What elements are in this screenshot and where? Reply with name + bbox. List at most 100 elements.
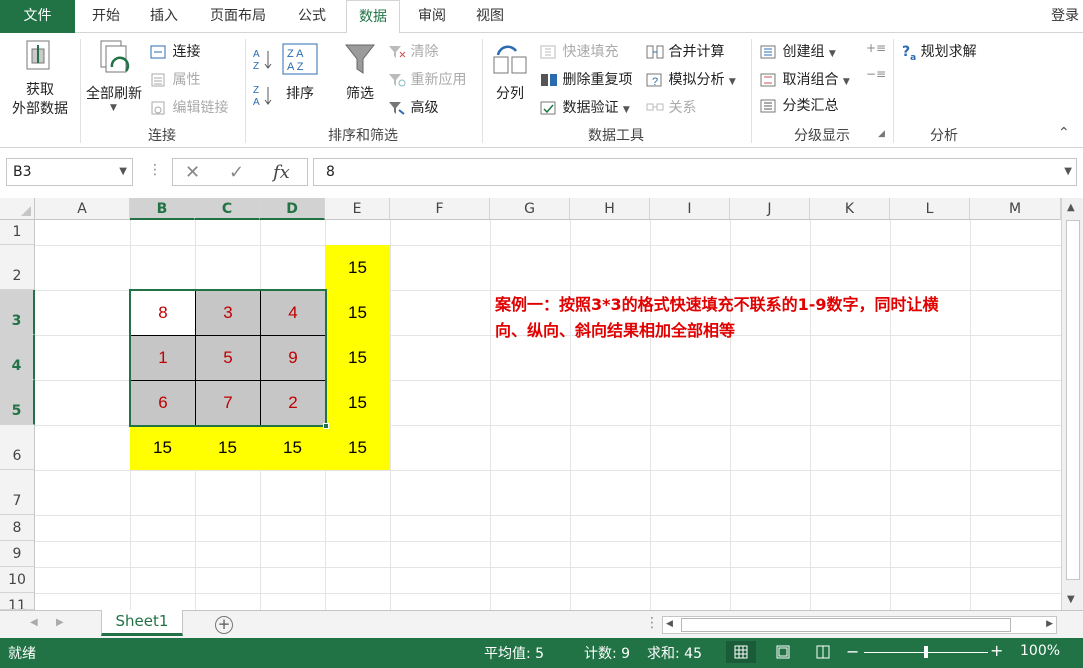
column-header-m[interactable]: M bbox=[970, 198, 1061, 220]
name-box[interactable]: B3 ▼ bbox=[6, 158, 133, 186]
vertical-scroll-thumb[interactable] bbox=[1066, 220, 1080, 580]
tab-file[interactable]: 文件 bbox=[0, 0, 75, 33]
cell-c3[interactable]: 3 bbox=[195, 290, 261, 336]
flash-fill-button[interactable]: 快速填充 bbox=[540, 41, 618, 61]
tab-home[interactable]: 开始 bbox=[82, 0, 130, 33]
scroll-up-icon[interactable]: ▲ bbox=[1067, 202, 1075, 213]
connections-button[interactable]: 连接 bbox=[150, 41, 200, 61]
solver-button[interactable]: ?a 规划求解 bbox=[902, 41, 977, 63]
row-header-5[interactable]: 5 bbox=[0, 380, 35, 425]
add-sheet-icon[interactable]: + bbox=[215, 616, 233, 634]
formula-input[interactable]: 8 ▼ bbox=[313, 158, 1077, 186]
row-header-8[interactable]: 8 bbox=[0, 515, 35, 541]
cell-c4[interactable]: 5 bbox=[195, 335, 261, 381]
zoom-in-icon[interactable]: + bbox=[990, 641, 1003, 660]
cell-d4[interactable]: 9 bbox=[260, 335, 326, 381]
advanced-filter-button[interactable]: 高级 bbox=[388, 97, 438, 117]
expand-formula-icon[interactable]: ▼ bbox=[1064, 159, 1072, 185]
zoom-slider-thumb[interactable] bbox=[924, 646, 928, 658]
show-detail-icon[interactable]: +≡ bbox=[866, 41, 886, 55]
insert-function-icon[interactable]: fx bbox=[273, 162, 290, 183]
cell-e3[interactable]: 15 bbox=[325, 290, 390, 335]
data-validation-button[interactable]: 数据验证 ▼ bbox=[540, 97, 630, 117]
group-button[interactable]: 创建组 ▼ bbox=[760, 41, 836, 61]
sort-za-button[interactable]: ZA bbox=[252, 83, 274, 108]
column-header-h[interactable]: H bbox=[570, 198, 650, 220]
consolidate-button[interactable]: 合并计算 bbox=[646, 41, 724, 61]
horizontal-scrollbar[interactable]: ◀ ▶ bbox=[662, 616, 1057, 634]
text-to-columns-button[interactable]: 分列 bbox=[488, 37, 532, 119]
tab-insert[interactable]: 插入 bbox=[140, 0, 188, 33]
cell-b6[interactable]: 15 bbox=[130, 425, 195, 470]
select-all-corner[interactable] bbox=[0, 198, 35, 220]
cell-d5[interactable]: 2 bbox=[260, 380, 326, 426]
cell-c5[interactable]: 7 bbox=[195, 380, 261, 426]
page-layout-view-button[interactable] bbox=[768, 641, 798, 663]
subtotal-button[interactable]: 分类汇总 bbox=[760, 95, 838, 115]
zoom-out-icon[interactable]: − bbox=[846, 642, 859, 661]
sort-button[interactable]: Z AA Z 排序 bbox=[280, 37, 320, 119]
tab-data[interactable]: 数据 bbox=[346, 0, 400, 34]
scroll-right-icon[interactable]: ▶ bbox=[1046, 619, 1053, 629]
sort-az-button[interactable]: AZ bbox=[252, 47, 274, 72]
what-if-analysis-button[interactable]: ? 模拟分析 ▼ bbox=[646, 69, 736, 89]
column-header-f[interactable]: F bbox=[390, 198, 490, 220]
column-header-i[interactable]: I bbox=[650, 198, 730, 220]
column-header-e[interactable]: E bbox=[325, 198, 390, 220]
fill-handle[interactable] bbox=[323, 423, 329, 429]
cell-e5[interactable]: 15 bbox=[325, 380, 390, 425]
tab-formulas[interactable]: 公式 bbox=[288, 0, 336, 33]
next-sheet-icon[interactable]: ▶ bbox=[56, 617, 64, 628]
filter-button[interactable]: 筛选 bbox=[338, 37, 382, 119]
cell-e6[interactable]: 15 bbox=[325, 425, 390, 470]
dialog-launcher-icon[interactable]: ◢ bbox=[878, 129, 885, 139]
row-header-9[interactable]: 9 bbox=[0, 541, 35, 567]
worksheet-grid[interactable]: A B C D E F G H I J K L M 1 2 3 4 5 6 7 … bbox=[0, 198, 1083, 610]
row-header-10[interactable]: 10 bbox=[0, 567, 35, 593]
column-header-g[interactable]: G bbox=[490, 198, 570, 220]
refresh-all-button[interactable]: 全部刷新 ▼ bbox=[82, 37, 146, 119]
row-header-7[interactable]: 7 bbox=[0, 470, 35, 515]
relationships-button[interactable]: 关系 bbox=[646, 97, 696, 117]
tab-page-layout[interactable]: 页面布局 bbox=[200, 0, 276, 33]
vertical-scrollbar[interactable]: ▲ ▼ bbox=[1061, 198, 1083, 610]
cell-e4[interactable]: 15 bbox=[325, 335, 390, 380]
cell-d6[interactable]: 15 bbox=[260, 425, 325, 470]
column-header-l[interactable]: L bbox=[890, 198, 970, 220]
row-header-4[interactable]: 4 bbox=[0, 335, 35, 380]
row-header-1[interactable]: 1 bbox=[0, 220, 35, 245]
enter-icon[interactable]: ✓ bbox=[229, 162, 244, 183]
row-header-2[interactable]: 2 bbox=[0, 245, 35, 290]
page-break-view-button[interactable] bbox=[808, 641, 838, 663]
tab-view[interactable]: 视图 bbox=[466, 0, 514, 33]
more-options-icon[interactable]: ⋮ bbox=[148, 162, 162, 178]
row-header-3[interactable]: 3 bbox=[0, 290, 35, 335]
chevron-down-icon[interactable]: ▼ bbox=[119, 159, 127, 185]
get-external-data-button[interactable]: 获取 外部数据 bbox=[4, 37, 76, 119]
cancel-icon[interactable]: ✕ bbox=[185, 162, 200, 183]
edit-links-button[interactable]: 编辑链接 bbox=[150, 97, 228, 117]
row-header-11[interactable]: 11 bbox=[0, 593, 35, 610]
horizontal-scroll-thumb[interactable] bbox=[681, 618, 1011, 632]
collapse-ribbon-icon[interactable]: ⌃ bbox=[1058, 125, 1070, 141]
cell-b3[interactable]: 8 bbox=[130, 290, 196, 336]
tab-review[interactable]: 审阅 bbox=[408, 0, 456, 33]
remove-duplicates-button[interactable]: 删除重复项 bbox=[540, 69, 632, 89]
cell-c6[interactable]: 15 bbox=[195, 425, 260, 470]
column-header-c[interactable]: C bbox=[195, 198, 260, 220]
column-header-a[interactable]: A bbox=[35, 198, 130, 220]
prev-sheet-icon[interactable]: ◀ bbox=[30, 617, 38, 628]
properties-button[interactable]: 属性 bbox=[150, 69, 200, 89]
reapply-button[interactable]: 重新应用 bbox=[388, 69, 466, 89]
cell-b4[interactable]: 1 bbox=[130, 335, 196, 381]
zoom-level[interactable]: 100% bbox=[1020, 643, 1060, 659]
row-header-6[interactable]: 6 bbox=[0, 425, 35, 470]
hide-detail-icon[interactable]: −≡ bbox=[866, 67, 886, 81]
column-header-d[interactable]: D bbox=[260, 198, 325, 220]
ungroup-button[interactable]: 取消组合 ▼ bbox=[760, 69, 850, 89]
sheet-tab-sheet1[interactable]: Sheet1 bbox=[101, 610, 183, 636]
scroll-down-icon[interactable]: ▼ bbox=[1067, 594, 1075, 605]
cell-d3[interactable]: 4 bbox=[260, 290, 326, 336]
column-header-b[interactable]: B bbox=[130, 198, 195, 220]
zoom-slider[interactable] bbox=[864, 646, 988, 658]
